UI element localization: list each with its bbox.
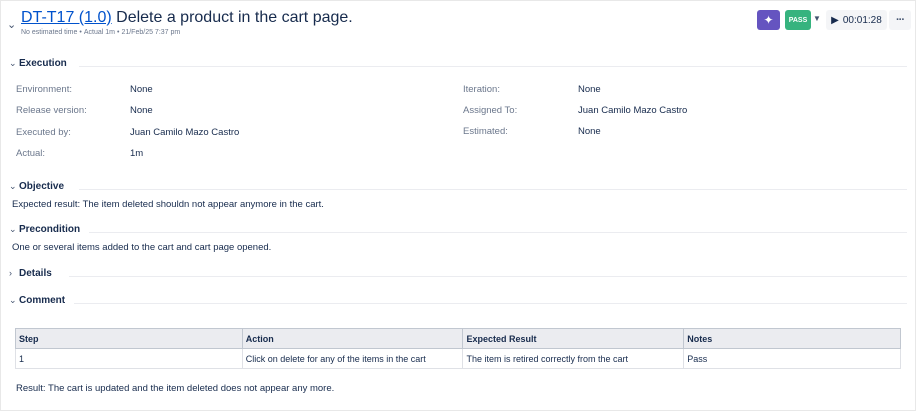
section-title: Details — [19, 268, 52, 279]
chevron-down-icon: ⌄ — [9, 224, 17, 234]
section-objective-header[interactable]: ⌄ Objective — [9, 181, 907, 195]
section-precondition-header[interactable]: ⌄ Precondition — [9, 224, 907, 238]
divider — [69, 276, 907, 277]
section-title: Precondition — [19, 224, 81, 235]
environment-label: Environment: — [16, 84, 72, 95]
timer-value: 00:01:28 — [842, 14, 882, 26]
release-version-label: Release version: — [16, 105, 87, 116]
play-icon: ▶ — [831, 14, 839, 26]
release-version-value: None — [130, 105, 153, 116]
divider — [89, 232, 907, 233]
estimated-time-text: No estimated time — [21, 29, 78, 36]
section-title: Execution — [19, 58, 67, 69]
cell-notes: Pass — [683, 348, 901, 369]
chevron-right-icon: › — [9, 268, 12, 278]
section-comment-header[interactable]: ⌄ Comment — [9, 295, 907, 309]
chevron-down-icon[interactable]: ⌄ — [7, 18, 16, 31]
chevron-down-icon: ⌄ — [9, 58, 17, 68]
objective-text: Expected result: The item deleted should… — [12, 199, 324, 210]
more-options-button[interactable]: ··· — [889, 10, 911, 30]
actual-time-text: Actual 1m — [83, 29, 115, 36]
environment-value: None — [130, 84, 153, 95]
assigned-to-label: Assigned To: — [463, 105, 518, 116]
actual-value: 1m — [130, 148, 144, 159]
executed-by-label: Executed by: — [16, 127, 71, 138]
iteration-label: Iteration: — [463, 84, 500, 95]
execution-meta: No estimated time • Actual 1m • 21/Feb/25 7:… — [21, 29, 181, 36]
chevron-down-icon: ⌄ — [9, 181, 17, 191]
comment-result-text: Result: The cart is updated and the item… — [16, 383, 335, 394]
estimated-value: None — [578, 126, 601, 137]
column-header-step: Step — [15, 328, 243, 349]
section-execution-header[interactable]: ⌄ Execution — [9, 58, 907, 72]
precondition-text: One or several items added to the cart a… — [12, 242, 272, 253]
steps-table: Step Action Expected Result Notes 1 Clic… — [15, 328, 901, 369]
status-pass-button[interactable]: PASS — [785, 10, 811, 30]
sparkle-icon: ✦ — [763, 13, 774, 27]
section-title: Objective — [19, 181, 65, 192]
iteration-value: None — [578, 84, 601, 95]
section-title: Comment — [19, 295, 66, 306]
divider — [74, 303, 907, 304]
column-header-notes: Notes — [683, 328, 901, 349]
assigned-to-value: Juan Camilo Mazo Castro — [578, 105, 688, 116]
cell-action: Click on delete for any of the items in … — [241, 348, 464, 369]
test-execution-panel: ⌄ DT-T17 (1.0) Delete a product in the c… — [0, 0, 916, 411]
table-row: 1 Click on delete for any of the items i… — [15, 348, 901, 369]
execution-date-text: 21/Feb/25 7:37 pm — [121, 29, 181, 36]
test-case-title: Delete a product in the cart page. — [116, 9, 353, 26]
column-header-action: Action — [241, 328, 464, 349]
estimated-label: Estimated: — [463, 126, 508, 137]
cell-expected-result: The item is retired correctly from the c… — [462, 348, 685, 369]
divider — [79, 66, 907, 67]
test-case-key-link[interactable]: DT-T17 (1.0) — [21, 9, 112, 26]
section-details-header[interactable]: › Details — [9, 268, 907, 282]
page-title: DT-T17 (1.0) Delete a product in the car… — [21, 9, 353, 27]
execution-header: ⌄ DT-T17 (1.0) Delete a product in the c… — [7, 8, 912, 40]
table-header-row: Step Action Expected Result Notes — [15, 328, 901, 349]
actual-label: Actual: — [16, 148, 46, 159]
column-header-expected-result: Expected Result — [462, 328, 685, 349]
divider — [79, 189, 907, 190]
ai-assist-button[interactable]: ✦ — [757, 10, 780, 30]
cell-step: 1 — [15, 348, 243, 369]
executed-by-value: Juan Camilo Mazo Castro — [130, 127, 240, 138]
timer-button[interactable]: ▶ 00:01:28 — [826, 10, 887, 30]
chevron-down-icon: ⌄ — [9, 295, 17, 305]
caret-down-icon[interactable]: ▼ — [813, 14, 821, 23]
